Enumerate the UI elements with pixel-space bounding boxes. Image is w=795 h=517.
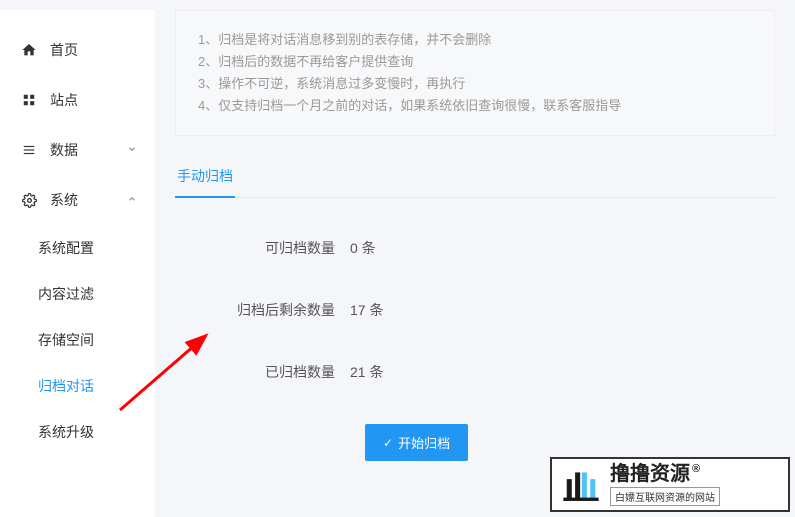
nav-label: 数据 [50,140,78,160]
home-icon [20,41,38,59]
form-area: 可归档数量 0 条 归档后剩余数量 17 条 已归档数量 21 条 ✓ 开始归档 [175,198,775,501]
watermark-text: 撸撸资源 ® 白嫖互联网资源的网站 [610,463,780,506]
sub-label: 系统升级 [38,424,94,440]
nav-label: 系统 [50,190,78,210]
gear-icon [20,191,38,209]
watermark: 撸撸资源 ® 白嫖互联网资源的网站 [550,457,790,512]
sub-label: 存储空间 [38,332,94,348]
watermark-title: 撸撸资源 [610,463,690,485]
form-label: 归档后剩余数量 [205,300,350,320]
chevron-down-icon [127,144,137,157]
watermark-logo-icon [560,464,602,506]
notice-line: 4、仅支持归档一个月之前的对话，如果系统依旧查询很慢，联系客服指导 [198,95,752,117]
tab-manual-archive[interactable]: 手动归档 [175,156,235,198]
menu-icon [20,141,38,159]
sidebar-item-system-config[interactable]: 系统配置 [0,225,155,271]
button-row: ✓ 开始归档 [205,424,745,461]
sidebar-item-upgrade[interactable]: 系统升级 [0,409,155,455]
sub-label: 内容过滤 [38,286,94,302]
sidebar-item-archive[interactable]: 归档对话 [0,363,155,409]
sidebar-item-storage[interactable]: 存储空间 [0,317,155,363]
form-value: 0 条 [350,238,376,258]
sidebar-item-content-filter[interactable]: 内容过滤 [0,271,155,317]
nav-data[interactable]: 数据 [0,125,155,175]
notice-line: 2、归档后的数据不再给客户提供查询 [198,51,752,73]
main-content: 1、归档是将对话消息移到别的表存储，并不会删除 2、归档后的数据不再给客户提供查… [155,10,795,517]
notice-box: 1、归档是将对话消息移到别的表存储，并不会删除 2、归档后的数据不再给客户提供查… [175,10,775,136]
form-row-remaining: 归档后剩余数量 17 条 [205,300,745,320]
form-row-archivable: 可归档数量 0 条 [205,238,745,258]
nav-site[interactable]: 站点 [0,75,155,125]
watermark-subtitle: 白嫖互联网资源的网站 [610,487,720,506]
button-label: 开始归档 [398,433,450,452]
sub-label: 归档对话 [38,378,94,394]
sub-label: 系统配置 [38,240,94,256]
start-archive-button[interactable]: ✓ 开始归档 [365,424,468,461]
nav-home[interactable]: 首页 [0,25,155,75]
chevron-up-icon [127,194,137,207]
check-icon: ✓ [383,436,393,450]
form-value: 17 条 [350,300,383,320]
grid-icon [20,91,38,109]
form-label: 已归档数量 [205,362,350,382]
form-value: 21 条 [350,362,383,382]
nav-label: 站点 [50,90,78,110]
notice-line: 3、操作不可逆，系统消息过多变慢时，再执行 [198,73,752,95]
nav-label: 首页 [50,40,78,60]
watermark-reg: ® [692,463,700,475]
tabs: 手动归档 [175,156,775,198]
form-row-archived: 已归档数量 21 条 [205,362,745,382]
nav-system[interactable]: 系统 [0,175,155,225]
form-label: 可归档数量 [205,238,350,258]
tab-label: 手动归档 [177,168,233,184]
notice-line: 1、归档是将对话消息移到别的表存储，并不会删除 [198,29,752,51]
sidebar: 首页 站点 数据 系统 系统配置 内容过滤 存储空间 归档对话 系统升级 [0,10,155,517]
